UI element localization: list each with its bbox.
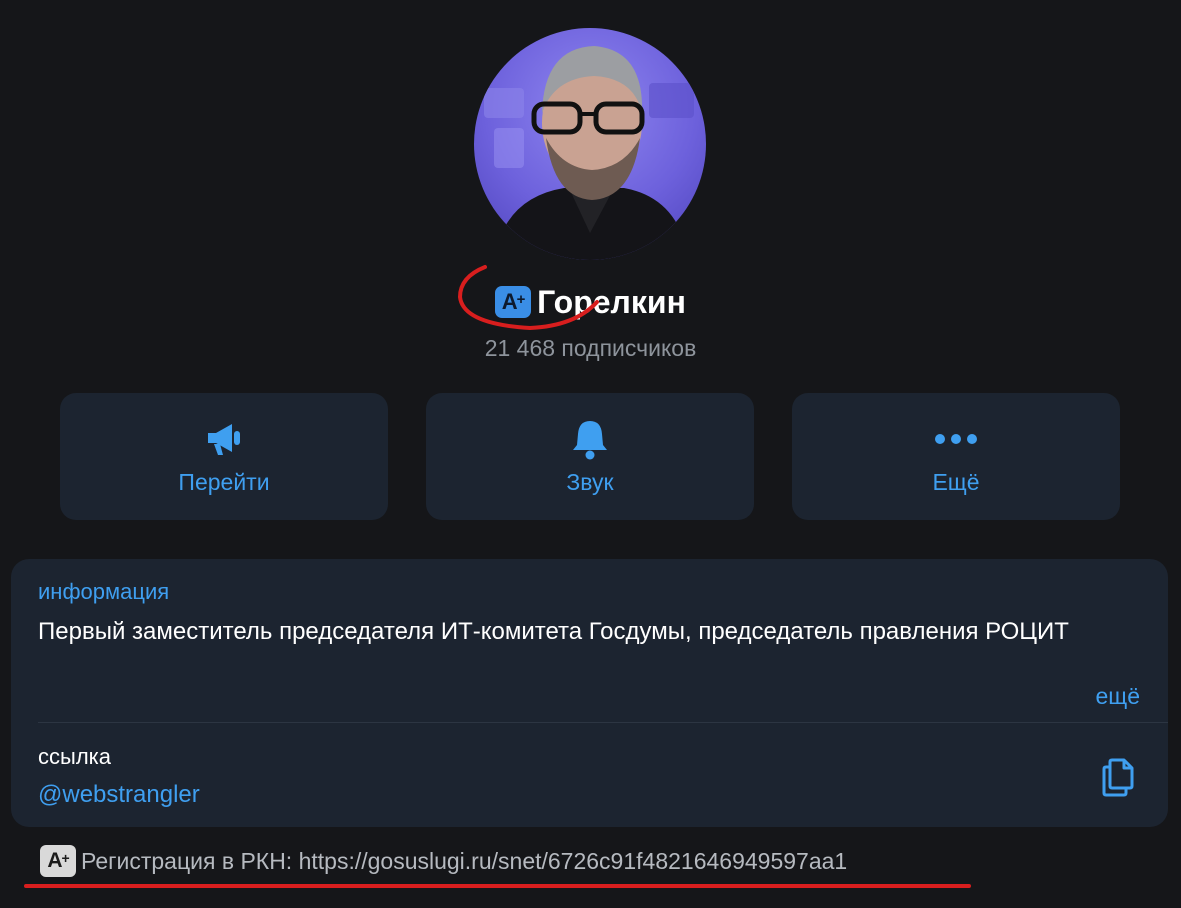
channel-link[interactable]: @webstrangler — [38, 781, 200, 809]
go-button-label: Перейти — [178, 469, 270, 495]
info-label: информация — [38, 579, 170, 604]
megaphone-icon — [204, 417, 244, 461]
more-button[interactable]: Ещё — [792, 393, 1120, 520]
annotation-circle — [457, 265, 599, 331]
info-more-link[interactable]: ещё — [1095, 683, 1140, 710]
info-text[interactable]: Первый заместитель председателя ИТ-комит… — [38, 615, 1148, 648]
divider — [38, 722, 1168, 723]
channel-profile: A + Горелкин 21 468 подписчиков Перейти З… — [0, 0, 1181, 908]
annotation-underline — [24, 884, 971, 888]
registration-row: A + Регистрация в РКН: https://gosuslugi.… — [40, 843, 847, 879]
info-card: информация Первый заместитель председате… — [11, 559, 1168, 827]
link-label: ссылка — [38, 744, 111, 769]
sound-button[interactable]: Звук — [426, 393, 754, 520]
more-button-label: Ещё — [932, 469, 980, 495]
ellipsis-icon — [934, 417, 978, 461]
registration-badge-icon: A + — [40, 845, 76, 877]
copy-icon[interactable] — [1100, 756, 1138, 803]
go-button[interactable]: Перейти — [60, 393, 388, 520]
sound-button-label: Звук — [566, 469, 614, 495]
bell-icon — [570, 417, 610, 461]
channel-avatar[interactable] — [474, 28, 706, 260]
registration-text[interactable]: Регистрация в РКН: https://gosuslugi.ru/… — [81, 848, 847, 875]
subscriber-count: 21 468 подписчиков — [484, 335, 697, 361]
